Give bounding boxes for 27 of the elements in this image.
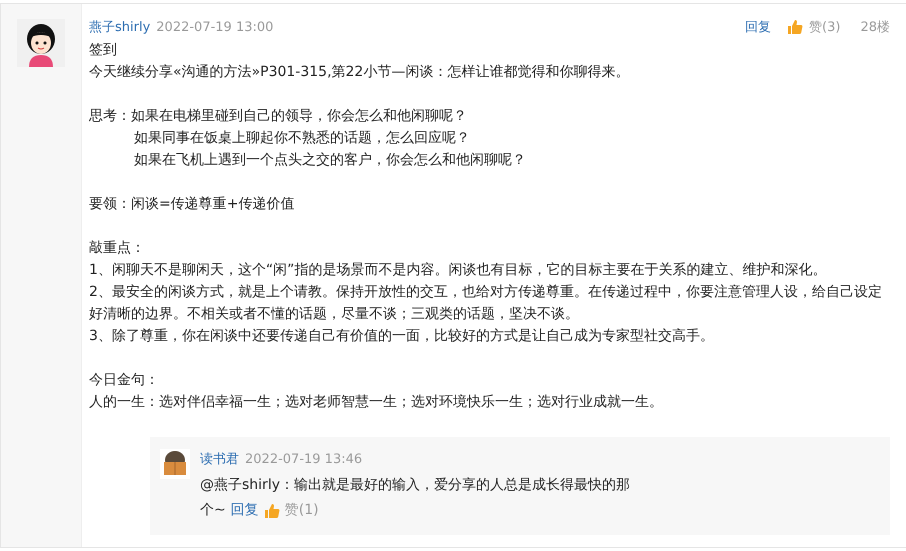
post-time: 2022-07-19 13:00 [156,20,274,34]
cartoon-girl-avatar [17,19,65,67]
post-text-line: 今日金句： [89,371,160,390]
reply-link[interactable]: 回复 [745,18,772,36]
thumbs-up-icon[interactable] [264,502,280,518]
post-text-line: 1、闲聊天不是聊闲天，这个“闲”指的是场景而不是内容。闲谈也有目标，它的目标主要在于关系的建立、维护和深化。 [89,261,828,280]
reply-author-name[interactable]: 读书君 [200,450,239,468]
post-text-line: 如果同事在饭桌上聊起你不熟悉的话题，怎么回应呢？ [133,129,471,148]
post-text-line: 签到 [89,41,118,60]
reply-time: 2022-07-19 13:46 [245,452,362,466]
author-name[interactable]: 燕子shirly [89,18,150,36]
post-text-line: 思考：如果在电梯里碰到自己的领导，你会怎么和他闲聊呢？ [89,107,468,126]
post-text-line: 2、最安全的闲谈方式，就是上个请教。保持开放性的交互，也给对方传递尊重。在传递过程中，你要注意管理人设，给自己设定好清晰的边界。不相关或者不懂的话题，尽量不谈；三观类的话题，坚决不谈。 [89,283,883,324]
post-text-line: 敲重点： [89,239,146,258]
floor-number: 28楼 [860,19,890,36]
like-count[interactable]: 赞(3) [809,18,840,36]
post-text-line: 要领：闲谈=传递尊重+传递价值 [89,195,296,214]
post-text-line: 今天继续分享«沟通的方法»P301-315,第22小节—闲谈：怎样让谁都觉得和你聊得来。 [89,63,630,82]
post-text-line: 人的一生：选对伴侣幸福一生；选对老师智慧一生；选对环境快乐一生；选对行业成就一生。 [89,393,664,412]
post-text-line: 如果在飞机上遇到一个点头之交的客户，你会怎么和他闲聊呢？ [133,151,527,170]
reply-text-line: @燕子shirly：输出就是最好的输入，爱分享的人总是成长得最快的那 [200,477,630,493]
thumbs-up-icon[interactable] [787,19,804,35]
reply-link[interactable]: 回复 [230,498,259,523]
like-count[interactable]: 赞(1) [284,498,319,523]
post-text-line: 3、除了尊重，你在闲谈中还要传递自己有价值的一面，比较好的方式是让自己成为专家型社交高手。 [89,327,715,346]
reading-person-avatar [160,449,190,479]
reply-text-line: 个~ [200,501,226,520]
